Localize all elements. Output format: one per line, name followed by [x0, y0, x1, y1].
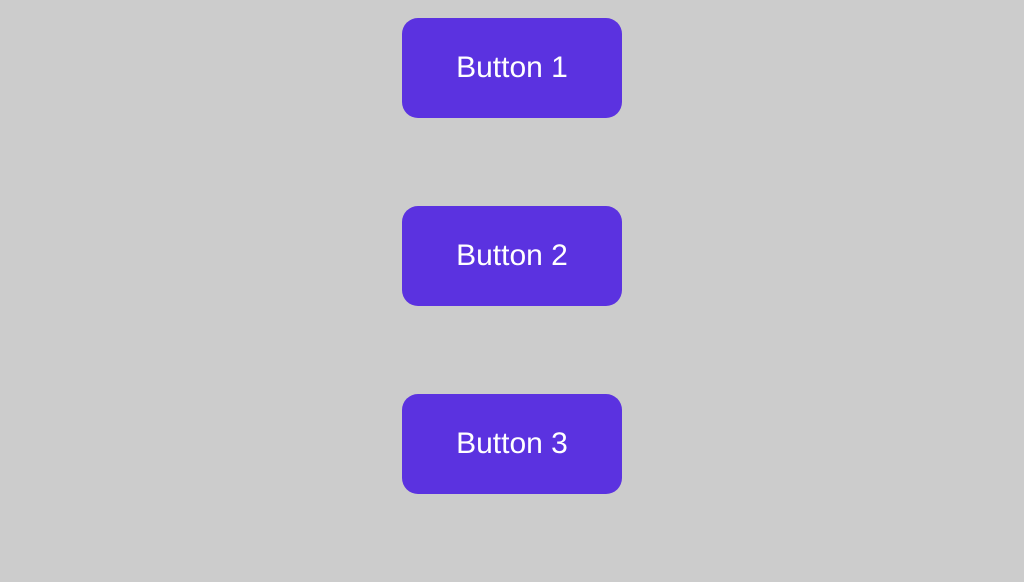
button-2[interactable]: Button 2 — [402, 206, 622, 306]
button-1[interactable]: Button 1 — [402, 18, 622, 118]
button-3[interactable]: Button 3 — [402, 394, 622, 494]
